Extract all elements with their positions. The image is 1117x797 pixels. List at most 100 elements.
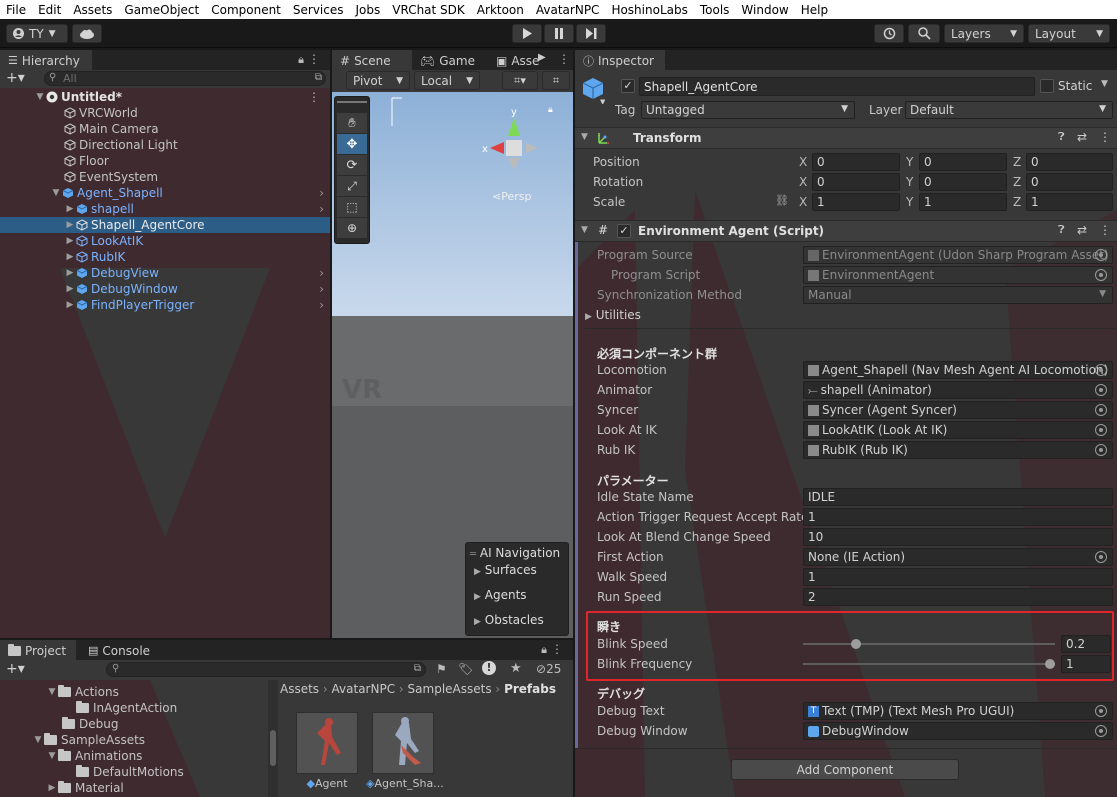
kebab-menu-icon[interactable]: ⋮ [1099,130,1111,144]
layers-dropdown[interactable]: Layers ▼ [944,24,1024,43]
object-picker-icon[interactable] [1095,725,1107,737]
kebab-menu-icon[interactable]: ⋮ [308,90,320,104]
tree-item-material[interactable]: ▶ Material [46,780,124,796]
hierarchy-search-input[interactable]: ⚲ All ⧉ [44,71,326,86]
menu-vrchat-sdk[interactable]: VRChat SDK [386,3,471,17]
hierarchy-item-debugview[interactable]: ▶ DebugView › [0,265,330,281]
scale-y-field[interactable]: 1 [919,193,1007,211]
look-at-ik-field[interactable]: LookAtIK (Look At IK) [803,421,1113,439]
chevron-right-icon[interactable]: › [319,282,324,296]
hierarchy-item-directional-light[interactable]: Directional Light [0,137,330,153]
menu-component[interactable]: Component [205,3,287,17]
foldout-open-icon[interactable]: ▼ [34,92,46,102]
rotation-z-field[interactable]: 0 [1026,173,1113,191]
syncer-field[interactable]: Syncer (Agent Syncer) [803,401,1113,419]
blink-speed-field[interactable]: 0.2 [1061,635,1111,653]
step-button[interactable] [576,24,606,43]
project-search-input[interactable]: ⚲ ⧉ [106,662,426,677]
add-icon[interactable]: +▾ [6,70,25,86]
menu-jobs[interactable]: Jobs [350,3,387,17]
scale-z-field[interactable]: 1 [1026,193,1113,211]
kebab-menu-icon[interactable]: ⋮ [551,642,563,656]
tree-item-inagentaction[interactable]: InAgentAction [76,700,177,716]
local-dropdown[interactable]: Local ▼ [414,71,480,90]
rub-ik-field[interactable]: RubIK (Rub IK) [803,441,1113,459]
move-tool-button[interactable]: ✥ [337,134,367,154]
first-action-field[interactable]: None (IE Action) [803,548,1113,566]
scrollbar-thumb[interactable] [270,730,276,766]
hand-tool-button[interactable]: ✋︎ [337,113,367,133]
menu-avatarnpc[interactable]: AvatarNPC [530,3,606,17]
lock-icon[interactable]: 🔒︎ [541,643,547,657]
object-picker-icon[interactable] [1095,364,1107,376]
position-x-field[interactable]: 0 [812,153,900,171]
static-checkbox[interactable] [1040,79,1054,93]
program-source-field[interactable]: EnvironmentAgent (Udon Sharp Program Ass… [803,246,1113,264]
utilities-foldout[interactable]: ▶ Utilities [585,308,641,322]
filter-icon[interactable]: ⧉ [414,663,421,674]
kebab-menu-icon[interactable]: ⋮ [558,52,570,66]
rotation-y-field[interactable]: 0 [919,173,1007,191]
tab-inspector[interactable]: ⓘ Inspector [575,50,665,71]
pivot-dropdown[interactable]: Pivot ▼ [346,71,410,90]
warning-icon[interactable]: ! [482,661,496,675]
transform-tool-button[interactable]: ⊕ [337,218,367,238]
tab-hierarchy[interactable]: ☰ Hierarchy [0,50,92,71]
menu-assets[interactable]: Assets [67,3,118,17]
favorite-star-icon[interactable]: ★ [510,661,522,676]
debug-window-field[interactable]: DebugWindow [803,722,1113,740]
tree-item-debug[interactable]: Debug [62,716,118,732]
run-speed-field[interactable]: 2 [803,588,1113,606]
blink-frequency-slider[interactable] [803,656,1055,672]
slider-thumb[interactable] [851,639,861,649]
projection-label[interactable]: ⋖Persp [492,190,531,203]
search-by-label-icon[interactable]: 🏷︎ [458,662,473,676]
scale-tool-button[interactable]: ⤢ [337,176,367,196]
hierarchy-item-vrcworld[interactable]: VRCWorld [0,105,330,121]
program-script-field[interactable]: EnvironmentAgent [803,266,1113,284]
object-picker-icon[interactable] [1095,404,1107,416]
rect-tool-button[interactable]: ⬚ [337,197,367,217]
hierarchy-item-eventsystem[interactable]: EventSystem [0,169,330,185]
object-picker-icon[interactable] [1095,269,1107,281]
hierarchy-item-agent-shapell[interactable]: ▼ Agent_Shapell › [0,185,330,201]
menu-tools[interactable]: Tools [694,3,736,17]
menu-hoshinolabs[interactable]: HoshinoLabs [605,3,693,17]
account-dropdown[interactable]: TY ▼ [6,24,68,43]
tree-item-actions[interactable]: ▼ Actions [46,684,119,700]
menu-arktoon[interactable]: Arktoon [471,3,530,17]
menu-gameobject[interactable]: GameObject [118,3,205,17]
layout-dropdown[interactable]: Layout ▼ [1028,24,1110,43]
filter-icon[interactable]: ⧉ [315,72,322,83]
object-picker-icon[interactable] [1095,444,1107,456]
locomotion-field[interactable]: Agent_Shapell (Nav Mesh Agent AI Locomot… [803,361,1113,379]
tab-project[interactable]: Project [0,640,76,661]
idle-state-name-field[interactable]: IDLE [803,488,1113,506]
hidden-packages-toggle[interactable]: ⊘25 [536,662,561,676]
sync-method-dropdown[interactable]: Manual ▼ [803,286,1113,304]
play-button[interactable] [512,24,542,43]
hierarchy-item-rubik[interactable]: ▶ RubIK [0,249,330,265]
asset-agent-label[interactable]: ◆Agent [296,777,358,790]
chevron-right-icon[interactable]: › [319,186,324,200]
tree-scrollbar[interactable] [268,680,278,797]
presets-icon[interactable]: ⇄ [1077,130,1087,144]
script-enabled-checkbox[interactable]: ✓ [617,224,631,238]
blink-speed-slider[interactable] [803,636,1055,652]
position-y-field[interactable]: 0 [919,153,1007,171]
hierarchy-item-main-camera[interactable]: Main Camera [0,121,330,137]
foldout-closed-icon[interactable]: ▶ [64,300,76,310]
hierarchy-item-debugwindow[interactable]: ▶ DebugWindow › [0,281,330,297]
object-picker-icon[interactable] [1095,384,1107,396]
ai-nav-obstacles[interactable]: ▶ Obstacles [474,613,544,627]
add-component-button[interactable]: Add Component [731,759,959,780]
object-picker-icon[interactable] [1095,249,1107,261]
foldout-closed-icon[interactable]: ▶ [64,284,76,294]
look-at-blend-speed-field[interactable]: 10 [803,528,1113,546]
presets-icon[interactable]: ⇄ [1077,223,1087,237]
add-icon[interactable]: +▾ [6,661,25,677]
object-picker-icon[interactable] [1095,551,1107,563]
foldout-open-icon[interactable]: ▼ [46,751,58,761]
debug-text-field[interactable]: T Text (TMP) (Text Mesh Pro UGUI) [803,702,1113,720]
foldout-closed-icon[interactable]: ▶ [64,252,76,262]
